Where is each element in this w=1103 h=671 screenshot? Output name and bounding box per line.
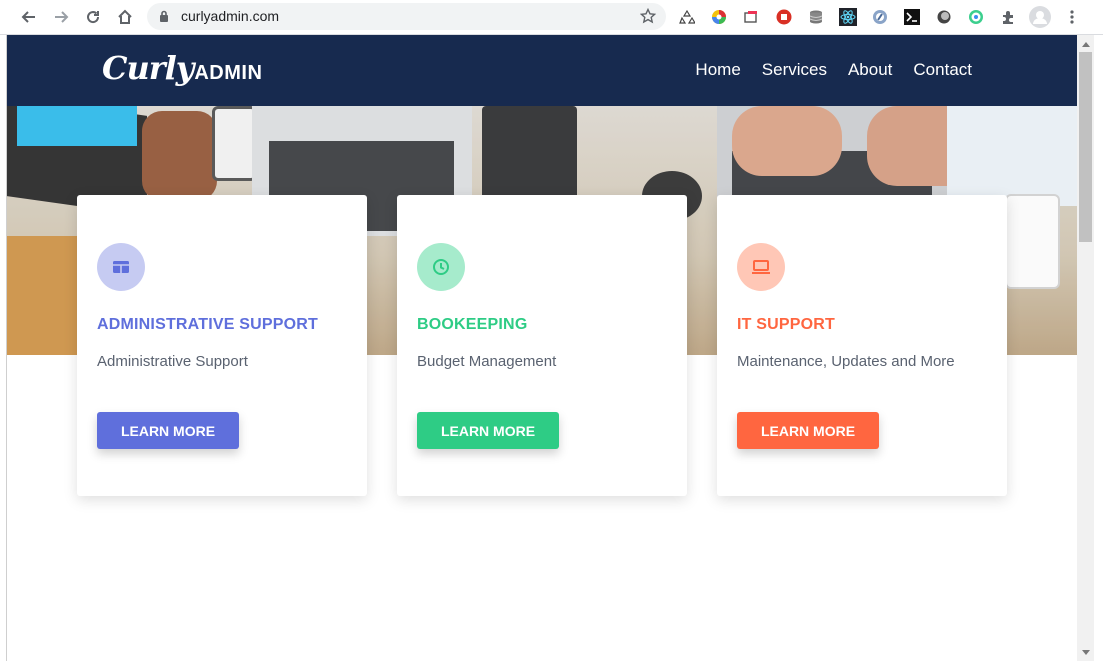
window-edge xyxy=(0,35,7,671)
page-viewport: Curly ADMIN Home Services About Contact xyxy=(7,35,1077,661)
main-nav: Home Services About Contact xyxy=(695,60,972,80)
browser-toolbar: curlyadmin.com xyxy=(0,0,1103,35)
circle-extension-icon[interactable] xyxy=(933,6,955,28)
forward-icon[interactable] xyxy=(50,6,72,28)
window-extension-icon[interactable] xyxy=(740,6,762,28)
nav-home[interactable]: Home xyxy=(695,60,740,80)
window-edge-right xyxy=(1094,35,1103,671)
terminal-extension-icon[interactable] xyxy=(901,6,923,28)
nav-services[interactable]: Services xyxy=(762,60,827,80)
card-title: IT SUPPORT xyxy=(737,316,836,333)
service-card-bookkeeping: BOOKEEPING Budget Management LEARN MORE xyxy=(397,195,687,496)
service-card-it: IT SUPPORT Maintenance, Updates and More… xyxy=(717,195,1007,496)
target-extension-icon[interactable] xyxy=(965,6,987,28)
nav-about[interactable]: About xyxy=(848,60,892,80)
extensions-icon[interactable] xyxy=(997,6,1019,28)
address-bar[interactable]: curlyadmin.com xyxy=(147,3,666,30)
page-scrollbar[interactable] xyxy=(1077,35,1094,661)
learn-more-button[interactable]: LEARN MORE xyxy=(97,412,239,449)
color-wheel-extension-icon[interactable] xyxy=(708,6,730,28)
scroll-down-icon[interactable] xyxy=(1077,644,1094,661)
logo-caps: ADMIN xyxy=(194,62,263,84)
site-logo[interactable]: Curly ADMIN xyxy=(102,49,262,87)
card-title: ADMINISTRATIVE SUPPORT xyxy=(97,316,319,333)
card-description: Budget Management xyxy=(417,353,557,370)
back-icon[interactable] xyxy=(18,6,40,28)
database-extension-icon[interactable] xyxy=(805,6,827,28)
blue-o-extension-icon[interactable] xyxy=(869,6,891,28)
lock-icon[interactable] xyxy=(159,10,169,28)
table-icon xyxy=(97,243,145,291)
scroll-up-icon[interactable] xyxy=(1077,35,1094,52)
url-text[interactable]: curlyadmin.com xyxy=(181,8,279,24)
react-extension-icon[interactable] xyxy=(837,6,859,28)
card-description: Administrative Support xyxy=(97,353,248,370)
reload-icon[interactable] xyxy=(82,6,104,28)
laptop-icon xyxy=(737,243,785,291)
logo-script: Curly xyxy=(102,49,194,87)
nav-contact[interactable]: Contact xyxy=(913,60,972,80)
service-card-admin: ADMINISTRATIVE SUPPORT Administrative Su… xyxy=(77,195,367,496)
learn-more-button[interactable]: LEARN MORE xyxy=(737,412,879,449)
recycle-extension-icon[interactable] xyxy=(676,6,698,28)
learn-more-button[interactable]: LEARN MORE xyxy=(417,412,559,449)
card-description: Maintenance, Updates and More xyxy=(737,353,955,370)
profile-icon[interactable] xyxy=(1029,6,1051,28)
home-icon[interactable] xyxy=(114,6,136,28)
card-title: BOOKEEPING xyxy=(417,316,528,333)
red-shield-extension-icon[interactable] xyxy=(773,6,795,28)
clock-icon xyxy=(417,243,465,291)
scrollbar-thumb[interactable] xyxy=(1079,52,1092,242)
star-icon[interactable] xyxy=(639,7,657,29)
menu-icon[interactable] xyxy=(1061,6,1083,28)
window-edge-bottom xyxy=(0,661,1103,671)
site-header: Curly ADMIN Home Services About Contact xyxy=(7,35,1077,106)
